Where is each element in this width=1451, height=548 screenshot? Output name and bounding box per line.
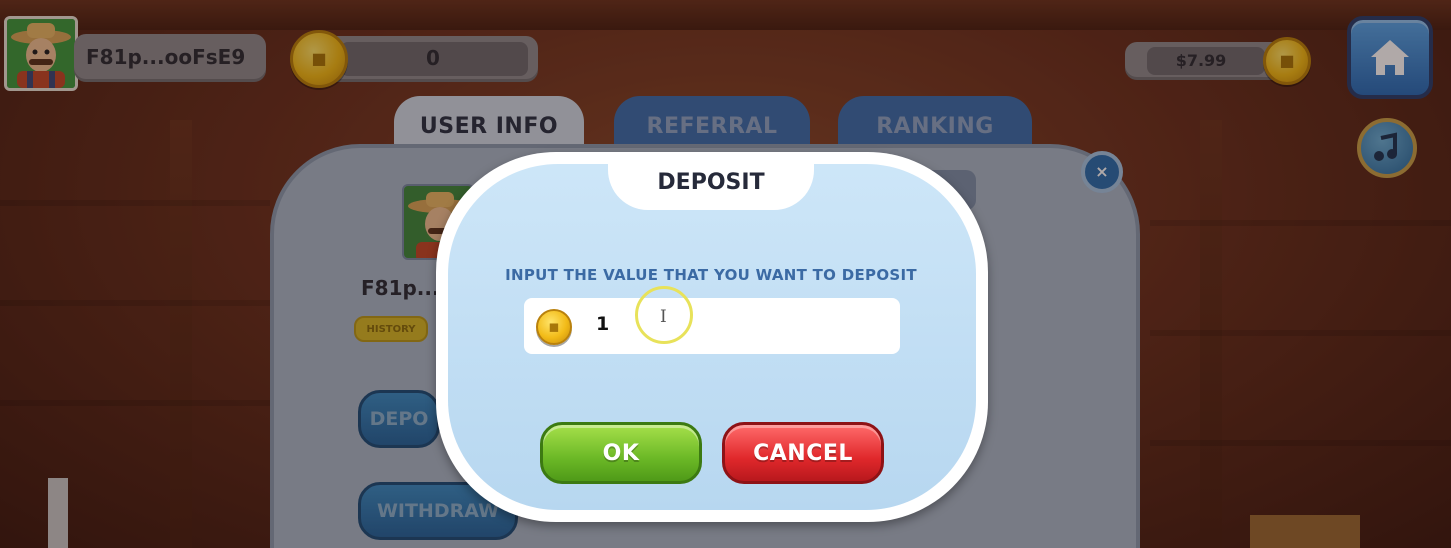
deposit-prompt: INPUT THE VALUE THAT YOU WANT TO DEPOSIT xyxy=(505,266,917,284)
text-cursor-icon: I xyxy=(660,307,667,327)
deposit-title: DEPOSIT xyxy=(657,170,765,195)
coin-icon: ■ xyxy=(536,309,572,345)
ok-button[interactable]: OK xyxy=(540,422,702,484)
shirt-icon: ■ xyxy=(548,320,560,334)
cancel-button[interactable]: CANCEL xyxy=(722,422,884,484)
